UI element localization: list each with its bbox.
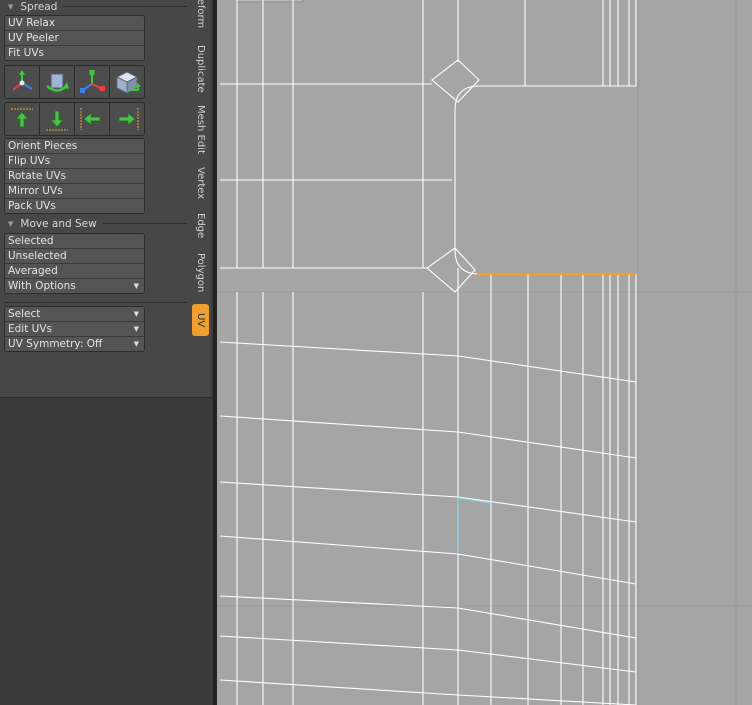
uv-peeler-button[interactable]: UV Peeler	[5, 31, 144, 46]
uv-scale-gizmo-icon	[80, 70, 105, 93]
pack-uvs-button[interactable]: Pack UVs	[5, 199, 144, 213]
transform-icon-row	[4, 65, 145, 99]
dropdown-arrow-icon: ▼	[133, 325, 139, 333]
align-bottom-button[interactable]	[40, 103, 75, 135]
tab-mesh-edit-label: Mesh Edit	[195, 104, 206, 154]
collapse-triangle-icon: ▼	[8, 219, 14, 228]
sew-with-options-dropdown[interactable]: With Options ▼	[5, 279, 144, 293]
tab-mesh-edit[interactable]: Mesh Edit	[192, 103, 209, 155]
uv-rotate-gizmo-icon	[46, 73, 69, 92]
spread-section-header[interactable]: ▼ Spread	[0, 0, 191, 13]
select-dropdown[interactable]: Select ▼	[5, 307, 144, 322]
tab-polygon[interactable]: Polygon	[192, 250, 209, 296]
uv-transform-cube-icon	[115, 71, 141, 94]
dropdown-arrow-icon: ▼	[133, 282, 139, 290]
dropdown-group: Select ▼ Edit UVs ▼ UV Symmetry: Off ▼	[4, 306, 145, 352]
uv-transform-tool-button[interactable]	[110, 66, 144, 98]
edit-uvs-dropdown-label: Edit UVs	[8, 323, 53, 335]
orient-button-group: Orient Pieces Flip UVs Rotate UVs Mirror…	[4, 138, 145, 214]
select-dropdown-label: Select	[8, 308, 41, 320]
move-and-sew-section-header[interactable]: ▼ Move and Sew	[0, 217, 191, 230]
tab-polygon-label: Polygon	[195, 253, 206, 293]
fit-uvs-button[interactable]: Fit UVs	[5, 46, 144, 60]
tab-edge-label: Edge	[195, 213, 206, 239]
align-top-button[interactable]	[5, 103, 40, 135]
align-left-button[interactable]	[75, 103, 110, 135]
tab-uv[interactable]: UV	[192, 304, 209, 336]
align-left-arrow-icon	[80, 108, 101, 130]
divider	[63, 6, 187, 7]
align-icon-row	[4, 102, 145, 136]
spread-button-group: UV Relax UV Peeler Fit UVs	[4, 15, 145, 61]
align-right-arrow-icon	[118, 108, 139, 130]
collapse-triangle-icon: ▼	[8, 2, 14, 11]
flip-uvs-button[interactable]: Flip UVs	[5, 154, 144, 169]
rotate-uvs-button[interactable]: Rotate UVs	[5, 169, 144, 184]
uv-rotate-tool-button[interactable]	[40, 66, 75, 98]
divider	[102, 223, 187, 224]
sew-averaged-button[interactable]: Averaged	[5, 264, 144, 279]
spread-header-label: Spread	[20, 0, 58, 13]
left-panel: ▼ Spread UV Relax UV Peeler Fit UVs Orie…	[0, 0, 213, 705]
tab-uv-label: UV	[195, 312, 206, 328]
align-top-arrow-icon	[11, 108, 33, 128]
uv-scale-tool-button[interactable]	[75, 66, 110, 98]
move-and-sew-button-group: Selected Unselected Averaged With Option…	[4, 233, 145, 294]
uv-viewport[interactable]	[217, 0, 752, 705]
uv-symmetry-dropdown[interactable]: UV Symmetry: Off ▼	[5, 337, 144, 351]
divider	[4, 302, 187, 303]
dropdown-arrow-icon: ▼	[133, 340, 139, 348]
uv-symmetry-dropdown-label: UV Symmetry: Off	[8, 338, 103, 350]
dropdown-arrow-icon: ▼	[133, 310, 139, 318]
tab-duplicate-label: Duplicate	[195, 45, 206, 93]
with-options-label: With Options	[8, 280, 76, 292]
lower-properties-panel	[0, 397, 213, 705]
edit-uvs-dropdown[interactable]: Edit UVs ▼	[5, 322, 144, 337]
tab-vertex[interactable]: Vertex	[192, 164, 209, 202]
uv-move-gizmo-icon	[12, 70, 33, 91]
align-right-button[interactable]	[110, 103, 144, 135]
tab-duplicate[interactable]: Duplicate	[192, 44, 209, 94]
align-bottom-arrow-icon	[46, 110, 68, 131]
uv-mesh-canvas[interactable]	[217, 0, 752, 705]
sew-unselected-button[interactable]: Unselected	[5, 249, 144, 264]
move-and-sew-header-label: Move and Sew	[20, 217, 97, 230]
tab-deform-label: Deform	[195, 0, 206, 29]
orient-pieces-button[interactable]: Orient Pieces	[5, 139, 144, 154]
mirror-uvs-button[interactable]: Mirror UVs	[5, 184, 144, 199]
sew-selected-button[interactable]: Selected	[5, 234, 144, 249]
tab-vertex-label: Vertex	[195, 166, 206, 200]
tab-edge[interactable]: Edge	[192, 211, 209, 241]
uv-relax-button[interactable]: UV Relax	[5, 16, 144, 31]
uv-move-tool-button[interactable]	[5, 66, 40, 98]
tab-deform[interactable]: Deform	[192, 0, 209, 33]
